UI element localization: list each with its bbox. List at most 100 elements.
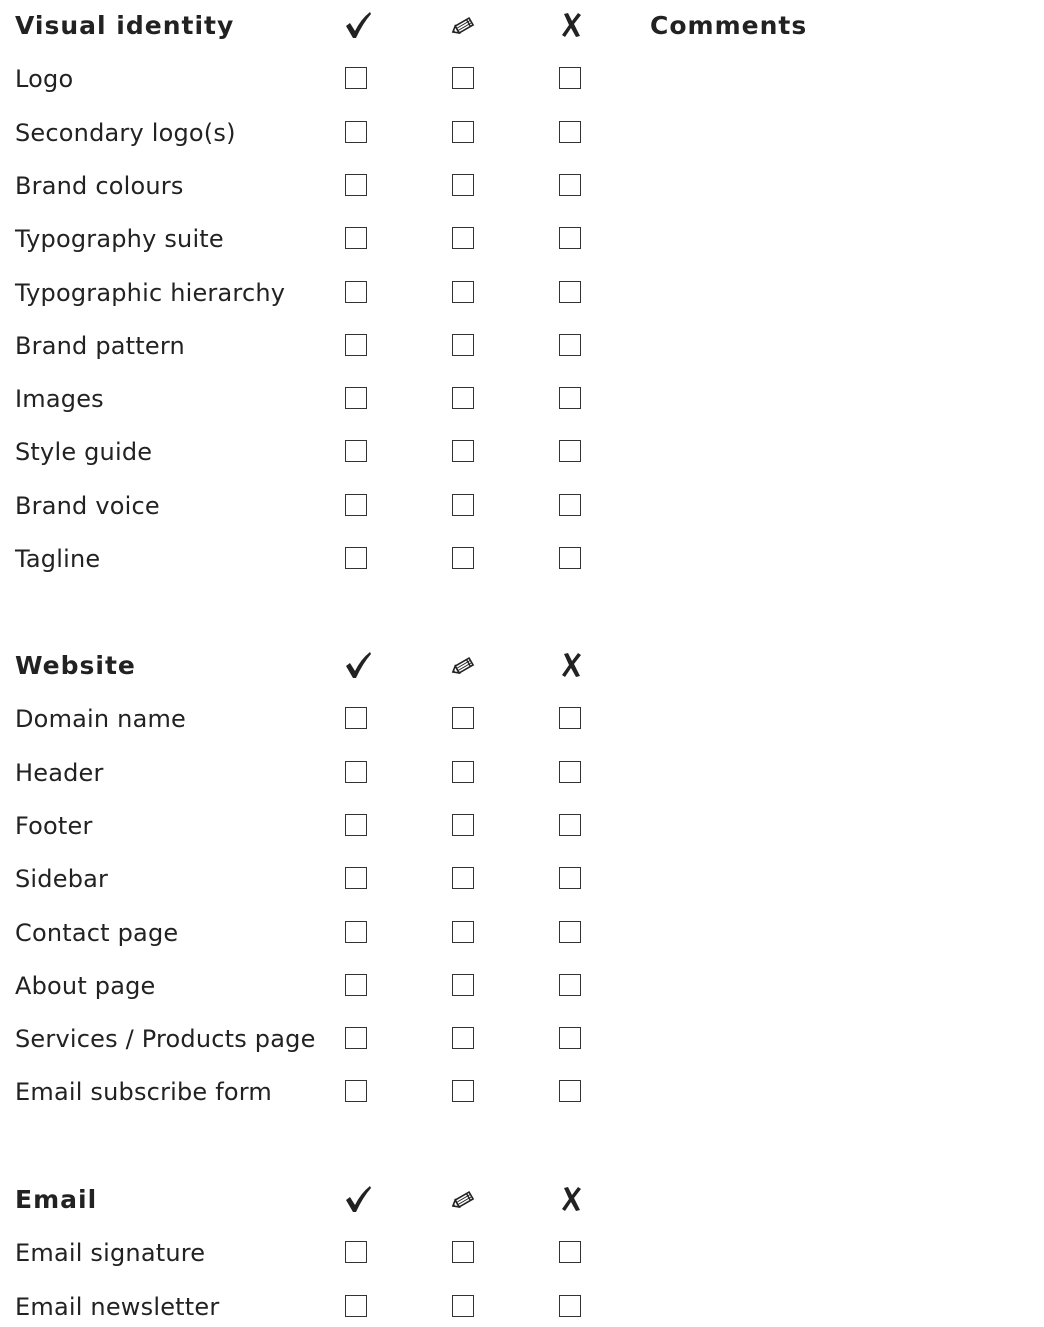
no-checkbox[interactable] (559, 1241, 581, 1263)
done-checkbox[interactable] (345, 707, 367, 729)
no-checkbox[interactable] (559, 707, 581, 729)
no-checkbox[interactable] (559, 174, 581, 196)
checklist-row: Typography suite (0, 219, 1044, 259)
no-checkbox[interactable] (559, 1080, 581, 1102)
edit-checkbox[interactable] (452, 67, 474, 89)
done-checkbox[interactable] (345, 174, 367, 196)
edit-checkbox[interactable] (452, 334, 474, 356)
no-checkbox-cell (558, 1019, 584, 1059)
no-checkbox[interactable] (559, 227, 581, 249)
done-checkbox[interactable] (345, 121, 367, 143)
edit-checkbox[interactable] (452, 121, 474, 143)
edit-checkbox-cell (451, 486, 477, 526)
edit-checkbox-cell (451, 59, 477, 99)
no-checkbox-cell (558, 539, 584, 579)
done-checkbox-cell (344, 1019, 370, 1059)
done-checkbox[interactable] (345, 494, 367, 516)
item-label: Services / Products page (15, 1025, 316, 1053)
checkmark-icon (346, 12, 371, 38)
no-checkbox[interactable] (559, 1027, 581, 1049)
done-checkbox[interactable] (345, 814, 367, 836)
done-checkbox[interactable] (345, 867, 367, 889)
done-checkbox[interactable] (345, 387, 367, 409)
done-checkbox[interactable] (345, 1080, 367, 1102)
item-label: Style guide (15, 438, 153, 466)
done-checkbox-cell (344, 379, 370, 419)
edit-checkbox[interactable] (452, 174, 474, 196)
edit-checkbox-cell (451, 806, 477, 846)
edit-checkbox[interactable] (452, 227, 474, 249)
edit-checkbox[interactable] (452, 1295, 474, 1317)
done-checkbox[interactable] (345, 67, 367, 89)
checklist-row: Domain name (0, 699, 1044, 739)
done-checkbox[interactable] (345, 227, 367, 249)
edit-checkbox-cell (451, 166, 477, 206)
item-label: Images (15, 385, 104, 413)
no-checkbox[interactable] (559, 334, 581, 356)
no-checkbox[interactable] (559, 440, 581, 462)
edit-checkbox[interactable] (452, 707, 474, 729)
done-checkbox[interactable] (345, 761, 367, 783)
edit-checkbox[interactable] (452, 974, 474, 996)
no-checkbox[interactable] (559, 547, 581, 569)
edit-checkbox-cell (451, 1287, 477, 1327)
edit-checkbox[interactable] (452, 494, 474, 516)
checklist-row: Sidebar (0, 859, 1044, 899)
edit-checkbox[interactable] (452, 387, 474, 409)
edit-checkbox[interactable] (452, 814, 474, 836)
section-header: Website (0, 646, 1044, 686)
done-checkbox[interactable] (345, 1295, 367, 1317)
item-label: Sidebar (15, 865, 109, 893)
edit-checkbox[interactable] (452, 1080, 474, 1102)
no-checkbox-cell (558, 379, 584, 419)
item-label: Typographic hierarchy (15, 279, 286, 307)
no-checkbox[interactable] (559, 761, 581, 783)
no-checkbox[interactable] (559, 814, 581, 836)
no-checkbox[interactable] (559, 867, 581, 889)
edit-checkbox[interactable] (452, 867, 474, 889)
section-title: Visual identity (15, 11, 235, 40)
no-checkbox[interactable] (559, 921, 581, 943)
no-checkbox-cell (558, 1072, 584, 1112)
no-checkbox[interactable] (559, 1295, 581, 1317)
cross-icon (562, 653, 581, 677)
done-checkbox-cell (344, 113, 370, 153)
done-checkbox[interactable] (345, 1241, 367, 1263)
done-checkbox[interactable] (345, 547, 367, 569)
no-checkbox[interactable] (559, 387, 581, 409)
edit-checkbox[interactable] (452, 761, 474, 783)
edit-checkbox[interactable] (452, 440, 474, 462)
edit-column-header (451, 646, 477, 686)
item-label: Typography suite (15, 225, 224, 253)
edit-checkbox[interactable] (452, 547, 474, 569)
section-title: Email (15, 1185, 98, 1214)
item-label: Logo (15, 65, 74, 93)
no-checkbox[interactable] (559, 494, 581, 516)
item-label: Footer (15, 812, 93, 840)
edit-checkbox[interactable] (452, 1027, 474, 1049)
no-checkbox[interactable] (559, 121, 581, 143)
no-checkbox[interactable] (559, 281, 581, 303)
edit-checkbox[interactable] (452, 281, 474, 303)
edit-checkbox[interactable] (452, 1241, 474, 1263)
done-checkbox[interactable] (345, 281, 367, 303)
done-checkbox[interactable] (345, 440, 367, 462)
section-header: Email (0, 1180, 1044, 1220)
done-checkbox[interactable] (345, 334, 367, 356)
done-checkbox-cell (344, 219, 370, 259)
done-checkbox[interactable] (345, 1027, 367, 1049)
pencil-icon (451, 656, 475, 675)
done-checkbox[interactable] (345, 974, 367, 996)
edit-checkbox[interactable] (452, 921, 474, 943)
item-label: Brand colours (15, 172, 184, 200)
edit-checkbox-cell (451, 699, 477, 739)
no-checkbox[interactable] (559, 67, 581, 89)
done-checkbox[interactable] (345, 921, 367, 943)
no-checkbox-cell (558, 113, 584, 153)
checklist-row: Brand pattern (0, 326, 1044, 366)
no-checkbox-cell (558, 966, 584, 1006)
no-checkbox[interactable] (559, 974, 581, 996)
done-checkbox-cell (344, 326, 370, 366)
no-column-header (558, 646, 584, 686)
done-checkbox-cell (344, 432, 370, 472)
